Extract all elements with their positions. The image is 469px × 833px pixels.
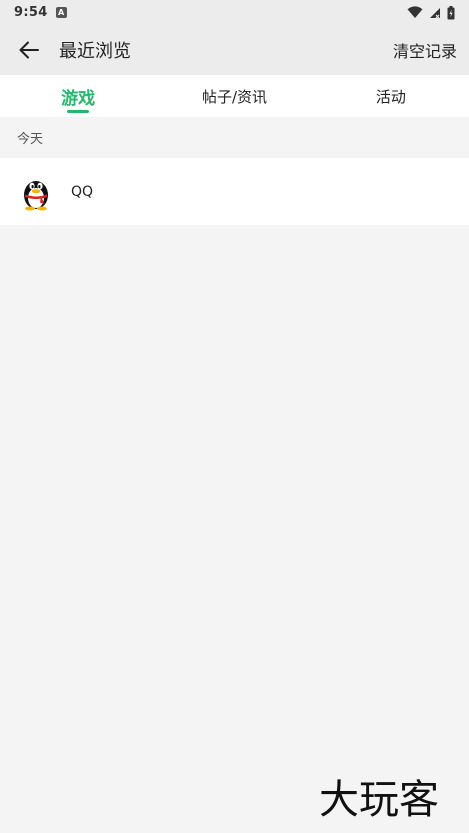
tab-activities[interactable]: 活动 — [313, 75, 469, 117]
watermark-text: 大玩客 — [319, 777, 439, 821]
tab-label: 帖子/资讯 — [201, 87, 268, 106]
tab-label: 游戏 — [61, 88, 96, 109]
watermark-logo: 大玩客 — [319, 777, 439, 821]
notification-icon: A — [55, 7, 67, 18]
battery-icon — [447, 5, 455, 19]
back-button[interactable] — [14, 35, 44, 65]
status-bar: 9:54 A — [0, 0, 469, 25]
status-right — [407, 5, 455, 20]
list-item[interactable]: QQ — [0, 158, 469, 225]
clear-history-button[interactable]: 清空记录 — [393, 38, 457, 62]
tab-active-indicator — [67, 110, 90, 113]
tab-label: 活动 — [375, 87, 406, 106]
app-bar: 最近浏览 清空记录 — [0, 25, 469, 75]
page-title: 最近浏览 — [59, 41, 131, 62]
status-time: 9:54 — [14, 5, 48, 20]
wifi-icon — [407, 6, 423, 18]
tab-games[interactable]: 游戏 — [0, 75, 156, 117]
arrow-back-icon — [19, 41, 39, 59]
tab-posts-news[interactable]: 帖子/资讯 — [156, 75, 312, 117]
section-header-today: 今天 — [0, 117, 469, 158]
signal-icon — [430, 7, 440, 18]
status-left: 9:54 A — [14, 5, 67, 20]
tab-bar: 游戏 帖子/资讯 活动 — [0, 75, 469, 117]
qq-penguin-icon — [24, 180, 48, 210]
item-name: QQ — [71, 183, 94, 200]
